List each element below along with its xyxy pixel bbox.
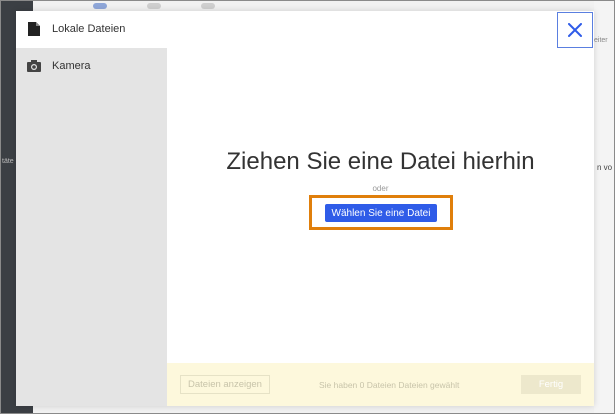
selection-status: Sie haben 0 Dateien Dateien gewählt <box>319 380 460 390</box>
modal-header: Lokale Dateien <box>16 11 594 48</box>
close-button[interactable] <box>557 12 593 48</box>
background-edge-text-top: eiter <box>594 37 608 44</box>
background-tab <box>201 3 215 9</box>
background-edge-text-right: n vo <box>597 163 613 172</box>
background-edge-text-left: täte <box>2 158 14 165</box>
background-tabs <box>93 3 215 11</box>
background-right-rail <box>594 1 614 413</box>
modal-title: Lokale Dateien <box>52 23 126 35</box>
choose-file-button[interactable]: Wählen Sie eine Datei <box>325 204 437 222</box>
camera-icon <box>27 60 41 72</box>
background-top-bar <box>33 1 594 11</box>
drop-title: Ziehen Sie eine Datei hierhin <box>226 148 535 175</box>
sidebar-item-camera[interactable]: Kamera <box>16 56 167 76</box>
sidebar-item-label: Kamera <box>52 60 91 72</box>
modal-footer: Dateien anzeigen Sie haben 0 Dateien Dat… <box>167 363 594 406</box>
done-button[interactable]: Fertig <box>521 375 581 394</box>
background-tab <box>93 3 107 9</box>
show-files-button[interactable]: Dateien anzeigen <box>180 375 270 394</box>
source-sidebar: Kamera <box>16 48 167 406</box>
drop-zone[interactable]: Ziehen Sie eine Datei hierhin oder Wähle… <box>167 48 594 363</box>
background-bottom-bar <box>33 406 594 413</box>
close-icon <box>568 23 582 37</box>
or-separator: oder <box>372 184 389 193</box>
document-icon <box>28 22 40 36</box>
file-picker-modal: Lokale Dateien Kamera Ziehen Sie eine Da… <box>16 11 594 406</box>
background-tab <box>147 3 161 9</box>
